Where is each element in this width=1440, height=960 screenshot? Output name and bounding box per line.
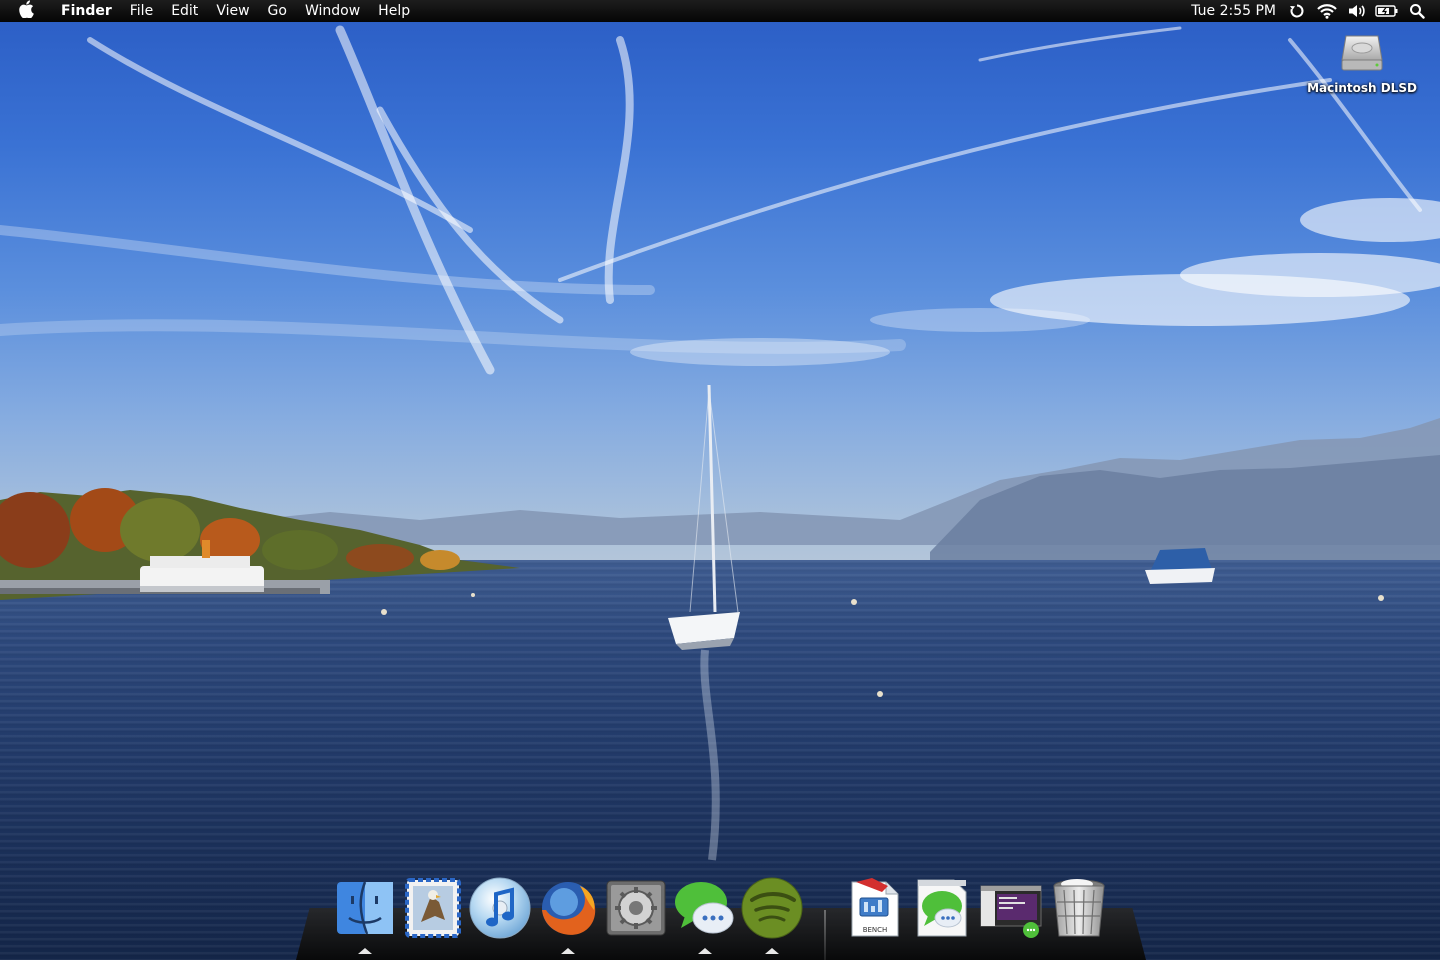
dock: BENCH [296,874,1146,960]
itunes-icon [469,877,531,939]
menu-help[interactable]: Help [369,0,419,22]
menu-edit[interactable]: Edit [162,0,207,22]
clouds [630,198,1440,366]
dock-item-bench[interactable]: BENCH [842,876,906,940]
volume-icon[interactable] [1342,0,1372,22]
finder-icon [337,881,393,935]
messages-document-icon [917,879,967,937]
desktop-icon-hard-drive[interactable]: Macintosh DLSD [1306,30,1418,96]
dock-item-mail[interactable] [401,876,465,940]
messages-icon [675,882,734,934]
dock-separator[interactable] [824,910,826,960]
firefox-icon [542,882,596,935]
bench-document-icon: BENCH [851,878,899,937]
running-indicator [358,948,372,954]
trash-icon [1053,879,1105,937]
clock[interactable]: Tue 2:55 PM [1185,0,1282,22]
desktop-icon-label: Macintosh DLSD [1307,81,1417,95]
dock-item-spotify[interactable] [740,876,804,940]
running-indicator [561,948,575,954]
bench-label: BENCH [863,926,888,934]
dock-item-finder[interactable] [333,876,397,940]
dock-item-messages[interactable] [673,876,737,940]
dock-item-itunes[interactable] [468,876,532,940]
dock-item-terminal[interactable] [979,876,1043,940]
menu-view[interactable]: View [207,0,258,22]
terminal-screenshot-icon [980,885,1042,938]
apple-menu[interactable] [0,0,52,22]
system-preferences-icon [606,880,666,936]
hard-drive-icon [1339,30,1385,76]
mail-icon [405,878,461,938]
sailboat [668,384,740,861]
dock-item-system-preferences[interactable] [604,876,668,940]
wifi-icon[interactable] [1312,0,1342,22]
buoys [381,593,1384,697]
menu-file[interactable]: File [121,0,162,22]
menu-bar: Finder File Edit View Go Window Help Tue… [0,0,1440,22]
wallpaper-scenery [0,25,1440,861]
battery-icon[interactable] [1372,0,1402,22]
desktop-wallpaper[interactable] [0,0,1440,960]
running-indicator [698,948,712,954]
dock-item-firefox[interactable] [536,876,600,940]
dock-item-trash[interactable] [1047,876,1111,940]
dock-item-messages-document[interactable] [910,876,974,940]
time-machine-icon[interactable] [1282,0,1312,22]
running-indicator [765,948,779,954]
menu-extras: Tue 2:55 PM [1185,0,1440,22]
apple-logo-icon [18,0,34,22]
menu-window[interactable]: Window [296,0,369,22]
menu-app-finder[interactable]: Finder [52,0,121,22]
menu-go[interactable]: Go [259,0,296,22]
spotlight-icon[interactable] [1402,0,1432,22]
spotify-icon [741,877,803,939]
